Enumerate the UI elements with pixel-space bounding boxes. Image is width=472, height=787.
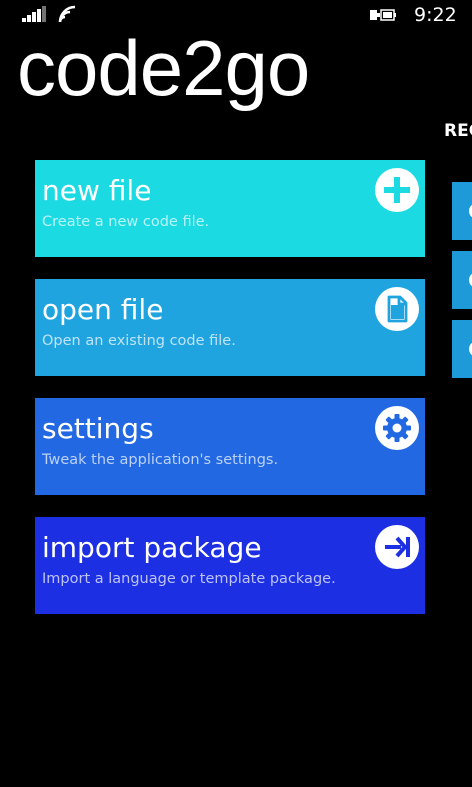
- document-icon[interactable]: [375, 287, 419, 331]
- recent-panel-header[interactable]: REC: [444, 121, 472, 141]
- recent-file-tile[interactable]: [452, 251, 472, 309]
- settings-tile[interactable]: settings Tweak the application's setting…: [35, 398, 425, 495]
- wifi-icon: [58, 5, 76, 23]
- gear-icon[interactable]: [375, 406, 419, 450]
- status-clock: 9:22: [414, 4, 457, 26]
- recent-file-tile[interactable]: [452, 182, 472, 240]
- recent-file-tile[interactable]: [452, 320, 472, 378]
- import-arrow-icon[interactable]: [375, 525, 419, 569]
- open-file-tile[interactable]: open file Open an existing code file.: [35, 279, 425, 376]
- new-file-tile[interactable]: new file Create a new code file.: [35, 160, 425, 257]
- tile-description: Import a language or template package.: [42, 571, 336, 587]
- tile-title: open file: [42, 293, 164, 326]
- import-package-tile[interactable]: import package Import a language or temp…: [35, 517, 425, 614]
- tile-title: new file: [42, 174, 152, 207]
- tile-description: Create a new code file.: [42, 214, 210, 230]
- battery-charging-icon: [370, 9, 396, 21]
- tile-title: import package: [42, 531, 262, 564]
- tile-title: settings: [42, 412, 154, 445]
- tile-description: Open an existing code file.: [42, 333, 236, 349]
- app-title: code2go: [17, 24, 310, 112]
- signal-strength-icon: [22, 6, 48, 22]
- tile-description: Tweak the application's settings.: [42, 452, 279, 468]
- plus-icon[interactable]: [375, 168, 419, 212]
